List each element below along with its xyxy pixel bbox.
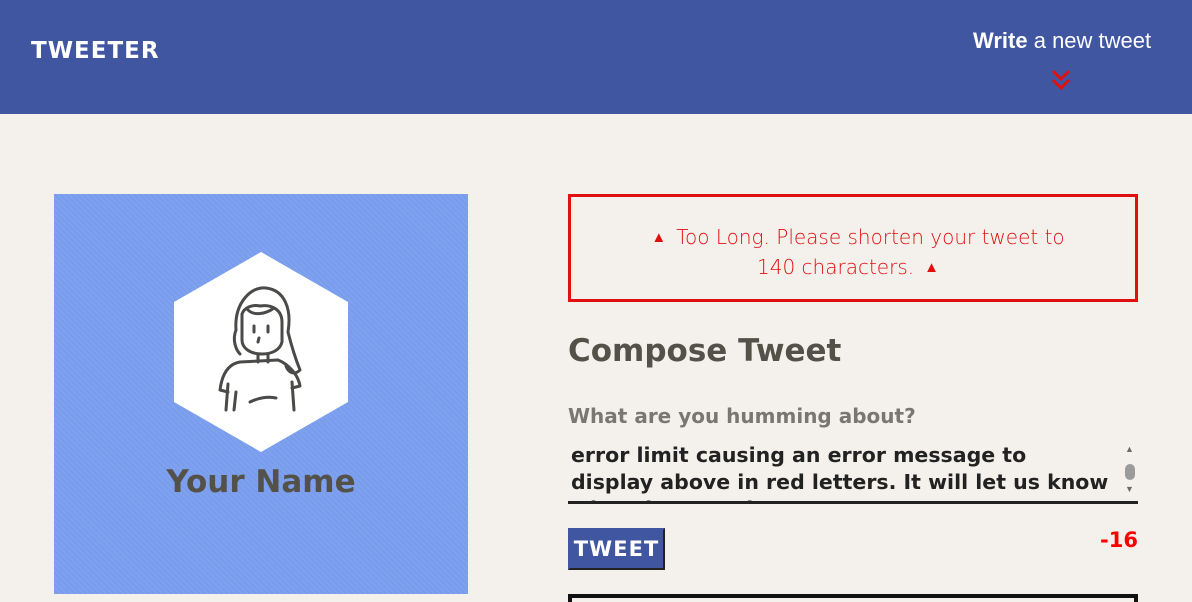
textarea-scrollbar[interactable]: ▲ ▼ [1122, 442, 1138, 498]
write-bold-label: Write [973, 28, 1028, 53]
scroll-thumb[interactable] [1125, 464, 1135, 480]
tweet-button[interactable]: TWEET [568, 528, 665, 570]
compose-title: Compose Tweet [568, 333, 842, 369]
user-avatar-icon [174, 252, 348, 452]
compose-label: What are you humming about? [568, 404, 916, 428]
write-rest-label: a new tweet [1027, 28, 1152, 53]
nav-bar: TWEETER Write a new tweet [0, 0, 1192, 114]
warning-triangle-icon: ▲ [924, 258, 939, 276]
tweet-article [568, 594, 1138, 602]
error-message-box: ▲ Too Long. Please shorten your tweet to … [568, 194, 1138, 302]
profile-card: Your Name [54, 194, 468, 594]
error-message-text: Too Long. Please shorten your tweet to 1… [676, 225, 1065, 279]
double-chevron-down-icon[interactable] [1050, 68, 1072, 94]
character-counter: -16 [1100, 528, 1138, 552]
write-new-tweet-link[interactable]: Write a new tweet [973, 28, 1151, 54]
profile-name: Your Name [166, 464, 356, 500]
scroll-up-icon[interactable]: ▲ [1125, 444, 1134, 454]
tweet-textarea[interactable]: error limit causing an error message to … [568, 442, 1138, 504]
brand-logo[interactable]: TWEETER [31, 38, 160, 64]
scroll-down-icon[interactable]: ▼ [1125, 484, 1134, 494]
warning-triangle-icon: ▲ [651, 228, 667, 246]
